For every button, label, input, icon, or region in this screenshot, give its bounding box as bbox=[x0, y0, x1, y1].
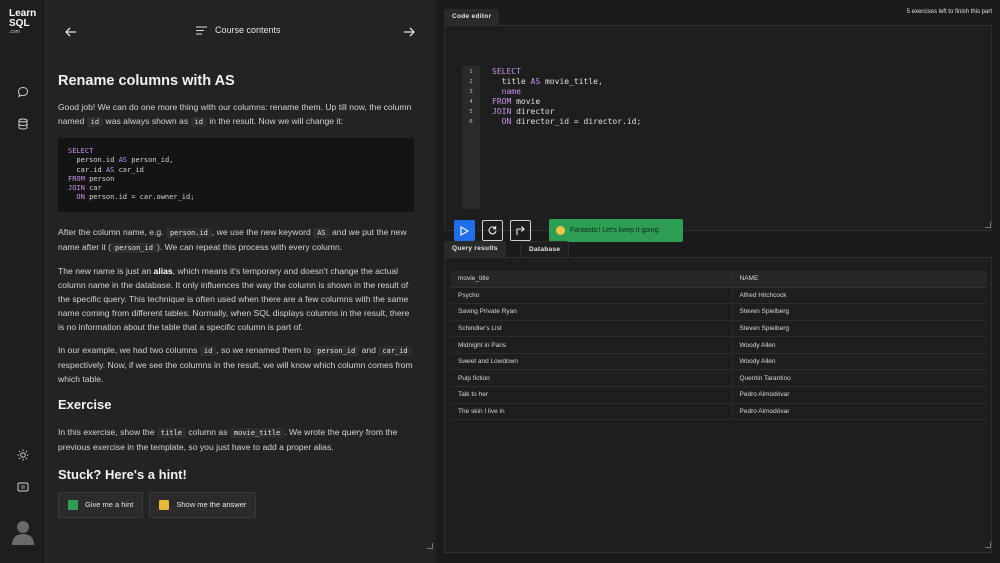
table-header-row: movie_title NAME bbox=[451, 271, 987, 288]
menu-icon bbox=[196, 25, 207, 35]
resize-handle-icon[interactable] bbox=[427, 543, 433, 549]
editor-resize-icon[interactable] bbox=[985, 222, 991, 228]
example-code-line: JOIN car bbox=[68, 184, 102, 193]
table-cell: Sweet and Lowdown bbox=[451, 353, 733, 371]
database-icon[interactable] bbox=[15, 116, 31, 132]
editor-code-line: ON director_id = director.id; bbox=[492, 117, 642, 126]
editor-code-line: JOIN director bbox=[492, 107, 555, 116]
example-code-line: SELECT bbox=[68, 147, 94, 155]
logo-line3: .com bbox=[9, 29, 20, 35]
play-icon bbox=[460, 225, 469, 236]
chat-icon[interactable] bbox=[15, 84, 31, 100]
table-cell: Woody Allen bbox=[732, 353, 987, 371]
line-number: 4 bbox=[469, 99, 473, 105]
code-editor-input[interactable]: SELECT title AS movie_title, name FROM mo… bbox=[492, 67, 641, 127]
hint-icon bbox=[68, 499, 78, 510]
show-answer-button[interactable]: Show me the answer bbox=[149, 491, 257, 518]
intro-paragraph: Good job! We can do one more thing with … bbox=[58, 102, 412, 127]
table-row: Sweet and Lowdown Woody Allen bbox=[451, 353, 987, 371]
table-row: The skin I live in Pedro Almodóvar bbox=[451, 403, 987, 421]
lesson-content: Rename columns with AS Good job! We can … bbox=[58, 72, 414, 518]
clap-icon bbox=[556, 226, 565, 235]
logo-line2: SQL bbox=[9, 18, 30, 29]
table-cell: Talk to her bbox=[451, 386, 733, 404]
tab-query-results[interactable]: Query results bbox=[444, 241, 506, 257]
after-paragraph: After the column name, e.g. person.id, w… bbox=[58, 226, 407, 253]
table-row: Pulp fiction Quentin Tarantino bbox=[451, 369, 987, 388]
editor-code-line: title AS movie_title, bbox=[492, 77, 603, 86]
hint-buttons: Give me a hint Show me the answer bbox=[58, 491, 414, 518]
table-row: Talk to her Pedro Almodóvar bbox=[451, 386, 987, 404]
tab-code-editor[interactable]: Code editor bbox=[444, 9, 500, 25]
logo[interactable]: Learn SQL .com bbox=[9, 9, 36, 36]
table-cell: Schindler's List bbox=[451, 320, 733, 338]
table-cell: Midnight in Paris bbox=[451, 336, 733, 354]
table-row: Saving Private Ryan Steven Spielberg bbox=[451, 303, 987, 321]
table-row: Psycho Alfred Hitchcock bbox=[451, 287, 987, 305]
example-code-line: car.id AS car_id bbox=[68, 165, 144, 174]
table-cell: Woody Allen bbox=[732, 336, 987, 354]
table-row: Midnight in Paris Woody Allen bbox=[451, 336, 987, 354]
prev-arrow-icon[interactable] bbox=[64, 25, 78, 39]
line-number: 2 bbox=[469, 79, 473, 85]
course-contents-label: Course contents bbox=[215, 25, 281, 35]
line-number: 1 bbox=[469, 69, 473, 75]
return-arrow-icon bbox=[516, 226, 525, 235]
success-toast: Fantastic! Let's keep it going. bbox=[549, 219, 683, 242]
answer-icon bbox=[159, 499, 170, 510]
line-number: 5 bbox=[469, 109, 473, 115]
table-cell: Steven Spielberg bbox=[732, 303, 987, 321]
reset-icon bbox=[488, 226, 497, 235]
lesson-panel: Course contents Rename columns with AS G… bbox=[46, 0, 436, 563]
editor-code-line: FROM movie bbox=[492, 97, 541, 106]
table-cell: The skin I live in bbox=[451, 403, 733, 421]
example-code-block: SELECT person.id AS person_id, car.id AS… bbox=[58, 138, 414, 212]
next-arrow-icon[interactable] bbox=[402, 25, 416, 39]
table-row: Schindler's List Steven Spielberg bbox=[451, 320, 987, 338]
table-cell: Alfred Hitchcock bbox=[732, 287, 987, 305]
lesson-header: Course contents bbox=[46, 0, 436, 62]
results-table: movie_title NAME Psycho Alfred Hitchcock S… bbox=[451, 271, 987, 421]
give-hint-button[interactable]: Give me a hint bbox=[58, 491, 144, 518]
exercise-paragraph: In this exercise, show the title column … bbox=[58, 426, 398, 452]
avatar-icon[interactable] bbox=[12, 519, 34, 545]
example-paragraph: In our example, we had two columns id, s… bbox=[58, 344, 413, 384]
column-header: NAME bbox=[732, 271, 987, 288]
reset-button[interactable] bbox=[482, 220, 503, 241]
column-header: movie_title bbox=[451, 271, 733, 288]
workspace: Code editor 5 exercises left to finish t… bbox=[436, 0, 1000, 563]
keyboard-icon[interactable] bbox=[15, 479, 31, 495]
editor-code-line: SELECT bbox=[492, 67, 521, 76]
table-cell: Saving Private Ryan bbox=[451, 303, 733, 321]
submit-button[interactable] bbox=[510, 220, 531, 241]
code-editor-panel: 1 2 3 4 5 6 SELECT title AS movie_title, name… bbox=[444, 25, 992, 242]
lesson-title: Rename columns with AS bbox=[58, 73, 235, 89]
table-cell: Pedro Almodóvar bbox=[732, 403, 987, 421]
example-code-line: FROM person bbox=[68, 174, 115, 183]
table-cell: Steven Spielberg bbox=[732, 320, 987, 338]
table-cell: Quentin Tarantino bbox=[732, 369, 987, 388]
run-button[interactable] bbox=[454, 220, 475, 241]
sun-icon[interactable] bbox=[15, 447, 31, 463]
table-cell: Pulp fiction bbox=[451, 369, 733, 388]
editor-code-line: name bbox=[492, 87, 521, 96]
results-resize-icon[interactable] bbox=[985, 542, 991, 548]
tab-database[interactable]: Database bbox=[520, 241, 570, 257]
alias-paragraph: The new name is just an alias, which mea… bbox=[58, 265, 410, 332]
line-number: 6 bbox=[469, 119, 473, 125]
course-contents-link[interactable]: Course contents bbox=[196, 25, 281, 35]
exercises-remaining: 5 exercises left to finish this part bbox=[906, 9, 992, 15]
table-cell: Psycho bbox=[451, 287, 733, 305]
example-code-line: person.id AS person_id, bbox=[68, 156, 174, 165]
table-cell: Pedro Almodóvar bbox=[732, 386, 987, 404]
example-code-line: ON person.id = car.owner_id; bbox=[68, 193, 195, 202]
left-rail: Learn SQL .com bbox=[0, 0, 46, 563]
editor-gutter: 1 2 3 4 5 6 bbox=[462, 66, 480, 209]
exercise-title: Exercise bbox=[58, 396, 112, 412]
hint-title: Stuck? Here's a hint! bbox=[58, 466, 187, 482]
line-number: 3 bbox=[469, 89, 473, 95]
